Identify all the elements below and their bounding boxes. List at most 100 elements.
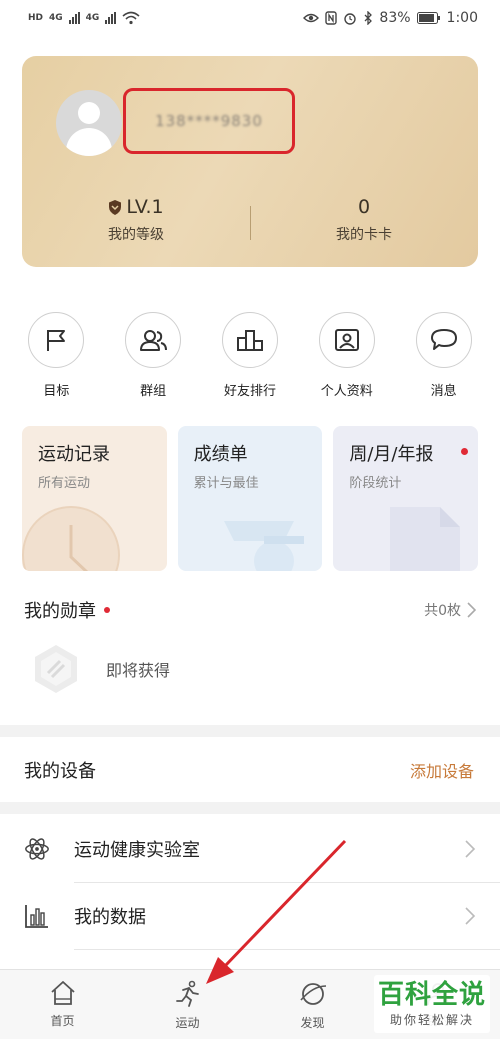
add-device-button[interactable]: 添加设备 [410,758,474,782]
tile-report-card[interactable]: 成绩单 累计与最佳 [177,426,323,571]
medal-header[interactable]: 我的勋章 共0枚 [0,597,500,623]
shortcut-ranking[interactable]: 好友排行 [205,312,295,399]
notification-dot [104,607,110,613]
chevron-right-icon [467,602,476,618]
watermark-logo: 百科全说 助你轻松解决 [374,975,490,1033]
profile-card-icon [334,329,359,351]
bar-chart-icon [24,903,50,929]
nav-exercise[interactable]: 运动 [125,970,250,1039]
medal-badge-icon [35,645,77,693]
shortcut-message[interactable]: 消息 [399,312,489,399]
card-count-value: 0 [357,196,371,218]
list-divider [74,949,500,950]
shortcut-label: 群组 [140,384,167,399]
discover-icon [299,983,326,1005]
medal-count-row[interactable]: 共0枚 [424,600,476,620]
shortcut-circle[interactable] [125,312,182,368]
status-right: 83% 1:00 [303,10,478,26]
shortcut-label: 目标 [43,384,70,399]
document-decoration-icon [390,507,461,571]
shortcut-label: 个人资料 [320,384,373,399]
atom-icon [24,836,50,862]
nav-label: 运动 [175,1016,200,1030]
tile-periodic-report[interactable]: 周/月/年报 阶段统计 [333,426,479,571]
message-icon [430,329,457,350]
group-icon [140,330,168,351]
medal-section: 我的勋章 共0枚 即将获得 [0,597,500,717]
shortcut-circle[interactable] [221,312,278,368]
shortcut-circle[interactable] [415,312,472,368]
chevron-right-icon [465,907,476,925]
level-shield-icon [109,199,122,215]
level-value-row: LV.1 [22,196,250,218]
hd-indicator: HD [28,13,44,23]
alarm-icon [344,13,357,25]
phone-number: 138****9830 [155,112,263,130]
level-value: LV.1 [126,196,164,218]
tile-title: 周/月/年报 [349,444,434,465]
nav-discover[interactable]: 发现 [250,970,375,1039]
shortcut-profile[interactable]: 个人资料 [302,312,392,399]
medal-pending-text: 即将获得 [106,661,171,680]
shortcut-label: 好友排行 [223,384,276,399]
shortcut-group[interactable]: 群组 [108,312,198,399]
list-item-health-lab[interactable]: 运动健康实验室 [0,816,500,882]
status-bar: HD 4G 4G 83% 1:00 [0,0,500,36]
flag-icon [47,330,66,351]
signal-icon [68,12,80,24]
nav-label: 发现 [300,1016,325,1030]
nav-label: 首页 [50,1014,75,1028]
tile-title: 成绩单 [193,444,248,465]
medal-title: 我的勋章 [24,601,96,622]
nav-home[interactable]: 首页 [0,970,125,1039]
clock-decoration-icon [22,506,120,571]
notification-dot [461,448,469,455]
wifi-icon [122,11,140,25]
device-row: 我的设备 添加设备 [0,738,500,802]
list-item-label: 运动健康实验室 [74,840,200,861]
bluetooth-icon [364,11,373,25]
shortcut-label: 消息 [430,384,457,399]
device-title: 我的设备 [24,761,96,782]
card-stats: LV.1 我的等级 0 我的卡卡 [22,196,478,244]
list-item-my-data[interactable]: 我的数据 [0,883,500,949]
status-left: HD 4G 4G [28,11,140,25]
medal-pending-row[interactable]: 即将获得 [0,623,500,695]
shortcut-row: 目标 群组 好友排行 个人资料 消息 [0,312,500,399]
shortcut-circle[interactable] [28,312,85,368]
profile-card[interactable]: 138****9830 LV.1 我的等级 0 我的卡卡 [22,56,478,267]
card-count-label: 我的卡卡 [336,227,392,243]
watermark-title: 百科全说 [377,979,486,1010]
network-4g-label-2: 4G [85,13,100,23]
eye-comfort-icon [303,13,320,23]
battery-icon [416,12,440,24]
list-item-label: 我的数据 [74,907,146,928]
avatar-body [66,128,112,156]
tile-subtitle: 所有运动 [38,476,91,491]
avatar[interactable] [56,90,122,156]
avatar-head [78,102,100,124]
tile-exercise-records[interactable]: 运动记录 所有运动 [22,426,167,571]
level-stat[interactable]: LV.1 我的等级 [22,196,250,244]
network-4g-label-1: 4G [49,13,63,23]
trophy-decoration-icon [224,521,305,571]
section-gap [0,725,500,737]
battery-percent: 83% [379,10,411,26]
card-count-stat[interactable]: 0 我的卡卡 [250,196,478,244]
chevron-right-icon [465,840,476,858]
shortcut-circle[interactable] [318,312,375,368]
running-icon [175,980,199,1007]
clock: 1:00 [446,10,478,26]
medal-title-row: 我的勋章 [24,597,110,623]
signal-icon [105,12,117,24]
tile-subtitle: 阶段统计 [349,476,402,491]
tile-title: 运动记录 [38,444,110,465]
level-label: 我的等级 [108,227,164,243]
ranking-icon [236,330,263,351]
phone-number-highlight: 138****9830 [123,88,295,154]
home-icon [50,981,75,1005]
nfc-icon [325,11,338,25]
feature-tiles: 运动记录 所有运动 成绩单 累计与最佳 周/月/年报 阶段统计 [22,426,479,571]
watermark-subtitle: 助你轻松解决 [389,1012,474,1027]
shortcut-goal[interactable]: 目标 [11,312,101,399]
